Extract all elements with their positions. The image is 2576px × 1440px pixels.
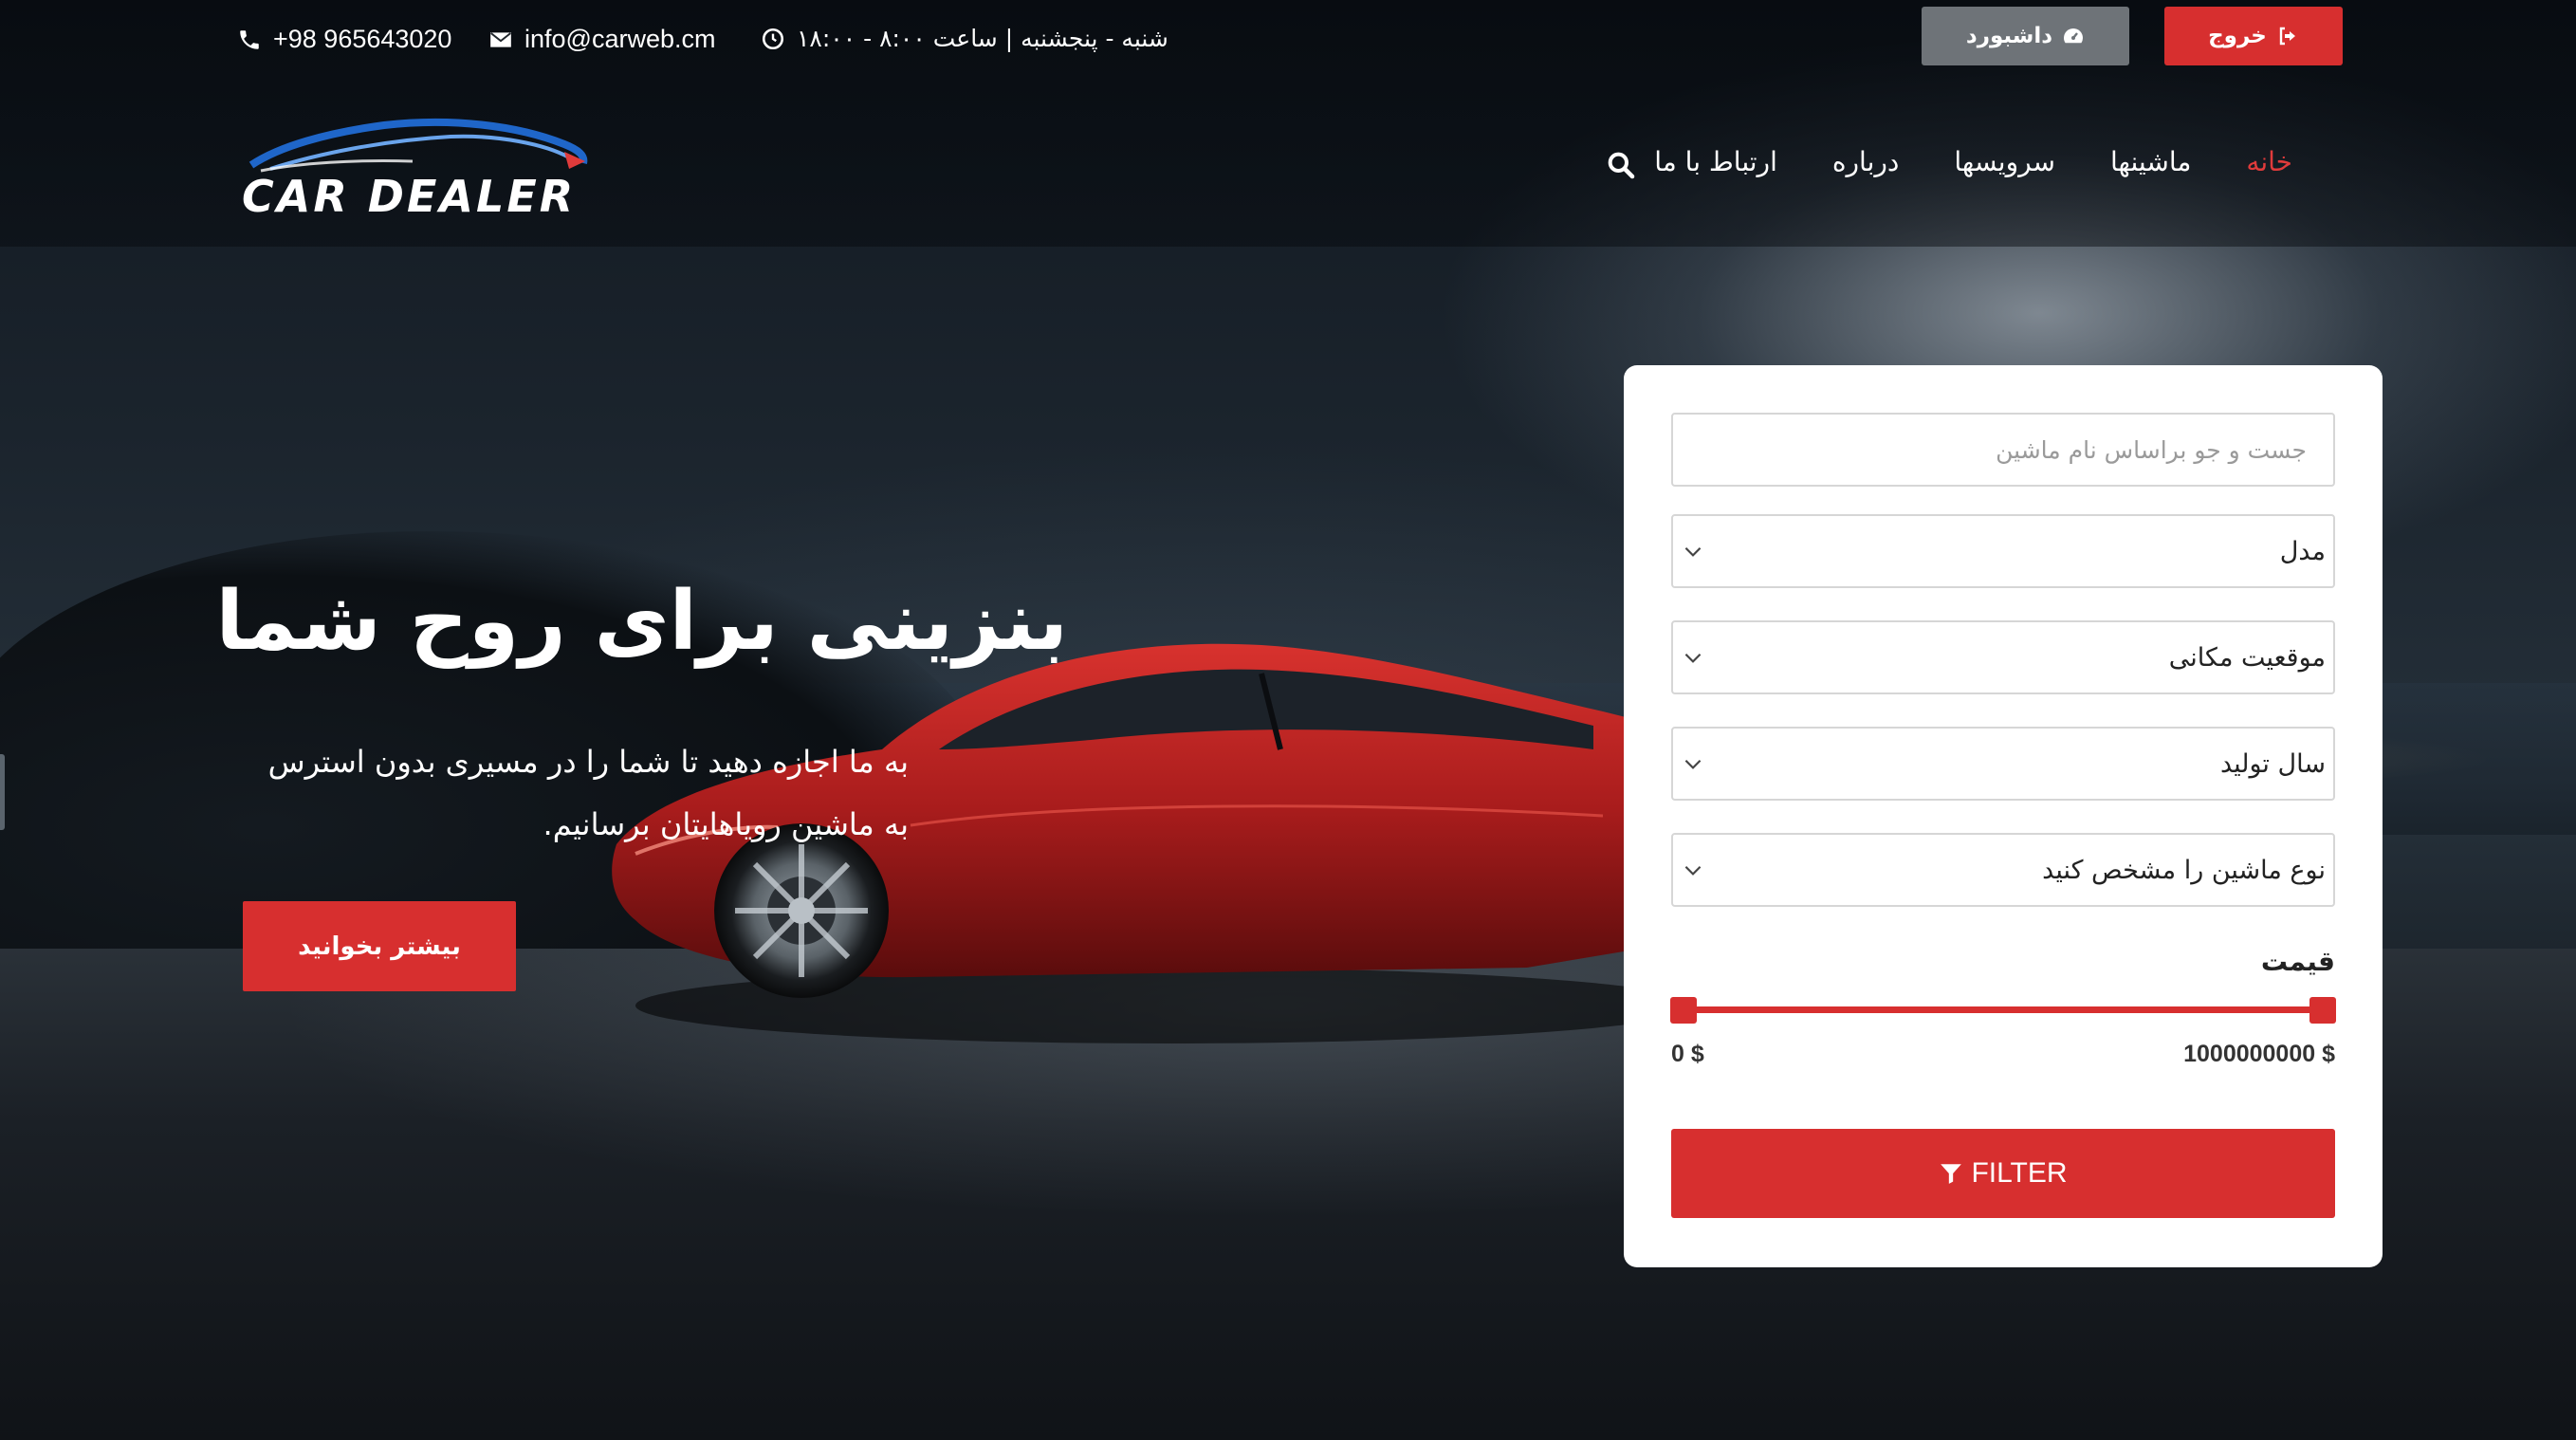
price-label: قیمت xyxy=(2260,946,2335,977)
car-name-search-field[interactable] xyxy=(1671,413,2335,487)
phone-contact[interactable]: +98 965643020 xyxy=(237,25,451,54)
nav-item-contact[interactable]: ارتباط با ما xyxy=(1627,146,1805,177)
side-scroll-handle[interactable] xyxy=(0,754,5,830)
logout-button[interactable]: خروج xyxy=(2164,7,2343,65)
hours-text: شنبه - پنجشنبه | ساعت ۸:۰۰ - ۱۸:۰۰ xyxy=(797,25,1168,52)
logo-text: CAR DEALER xyxy=(242,171,577,222)
top-bar: +98 965643020 info@carweb.cm شنبه - پنجش… xyxy=(0,0,2576,82)
location-select[interactable]: موقعیت مکانی xyxy=(1671,620,2335,694)
dashboard-label: داشبورد xyxy=(1965,24,2053,48)
read-more-button[interactable]: بیشتر بخوانید xyxy=(243,901,516,991)
car-type-select-value: نوع ماشین را مشخص کنید xyxy=(2042,855,2326,885)
phone-number: +98 965643020 xyxy=(273,25,452,53)
search-icon[interactable] xyxy=(1606,150,1636,180)
email-address: info@carweb.cm xyxy=(524,25,716,53)
email-contact[interactable]: info@carweb.cm xyxy=(488,25,715,54)
main-nav: خانه ماشینها سرویسها درباره ارتباط با ما xyxy=(1627,146,2320,177)
car-name-search-input[interactable] xyxy=(1681,415,2326,485)
price-max-handle[interactable] xyxy=(2309,997,2336,1024)
car-dealer-logo[interactable]: CAR DEALER xyxy=(242,116,593,222)
clock-icon xyxy=(762,28,784,49)
working-hours: شنبه - پنجشنبه | ساعت ۸:۰۰ - ۱۸:۰۰ xyxy=(761,25,1168,52)
car-type-select[interactable]: نوع ماشین را مشخص کنید xyxy=(1671,833,2335,907)
filter-button[interactable]: FILTER xyxy=(1671,1129,2335,1218)
year-select[interactable]: سال تولید xyxy=(1671,727,2335,801)
car-search-card: مدل موقعیت مکانی سال تولید نوع ماشین را … xyxy=(1624,365,2383,1267)
phone-icon xyxy=(240,29,259,49)
price-range-track[interactable] xyxy=(1681,1006,2326,1013)
chevron-down-icon xyxy=(1684,546,1702,557)
dashboard-icon xyxy=(2064,28,2084,44)
nav-item-services[interactable]: سرویسها xyxy=(1926,146,2083,177)
chevron-down-icon xyxy=(1684,653,1702,663)
price-max-value: 1000000000 $ xyxy=(2183,1041,2335,1067)
price-min-handle[interactable] xyxy=(1670,997,1697,1024)
year-select-value: سال تولید xyxy=(2219,748,2326,779)
chevron-down-icon xyxy=(1684,865,1702,876)
dashboard-button[interactable]: داشبورد xyxy=(1922,7,2129,65)
nav-item-about[interactable]: درباره xyxy=(1805,146,1927,177)
model-select[interactable]: مدل xyxy=(1671,514,2335,588)
hero-subtitle: به ما اجازه دهید تا شما را در مسیری بدون… xyxy=(267,744,909,842)
filter-label: FILTER xyxy=(1971,1157,2068,1189)
model-select-value: مدل xyxy=(2279,536,2326,566)
location-select-value: موقعیت مکانی xyxy=(2168,642,2326,673)
nav-item-home[interactable]: خانه xyxy=(2218,146,2320,177)
chevron-down-icon xyxy=(1684,759,1702,769)
envelope-icon xyxy=(490,31,511,47)
filter-icon xyxy=(1941,1164,1962,1184)
nav-item-cars[interactable]: ماشینها xyxy=(2083,146,2218,177)
hero-title: بنزینی برای روح شما xyxy=(215,574,1069,669)
sign-out-icon xyxy=(2279,27,2295,46)
logout-label: خروج xyxy=(2208,24,2267,48)
price-min-value: 0 $ xyxy=(1671,1041,1704,1067)
